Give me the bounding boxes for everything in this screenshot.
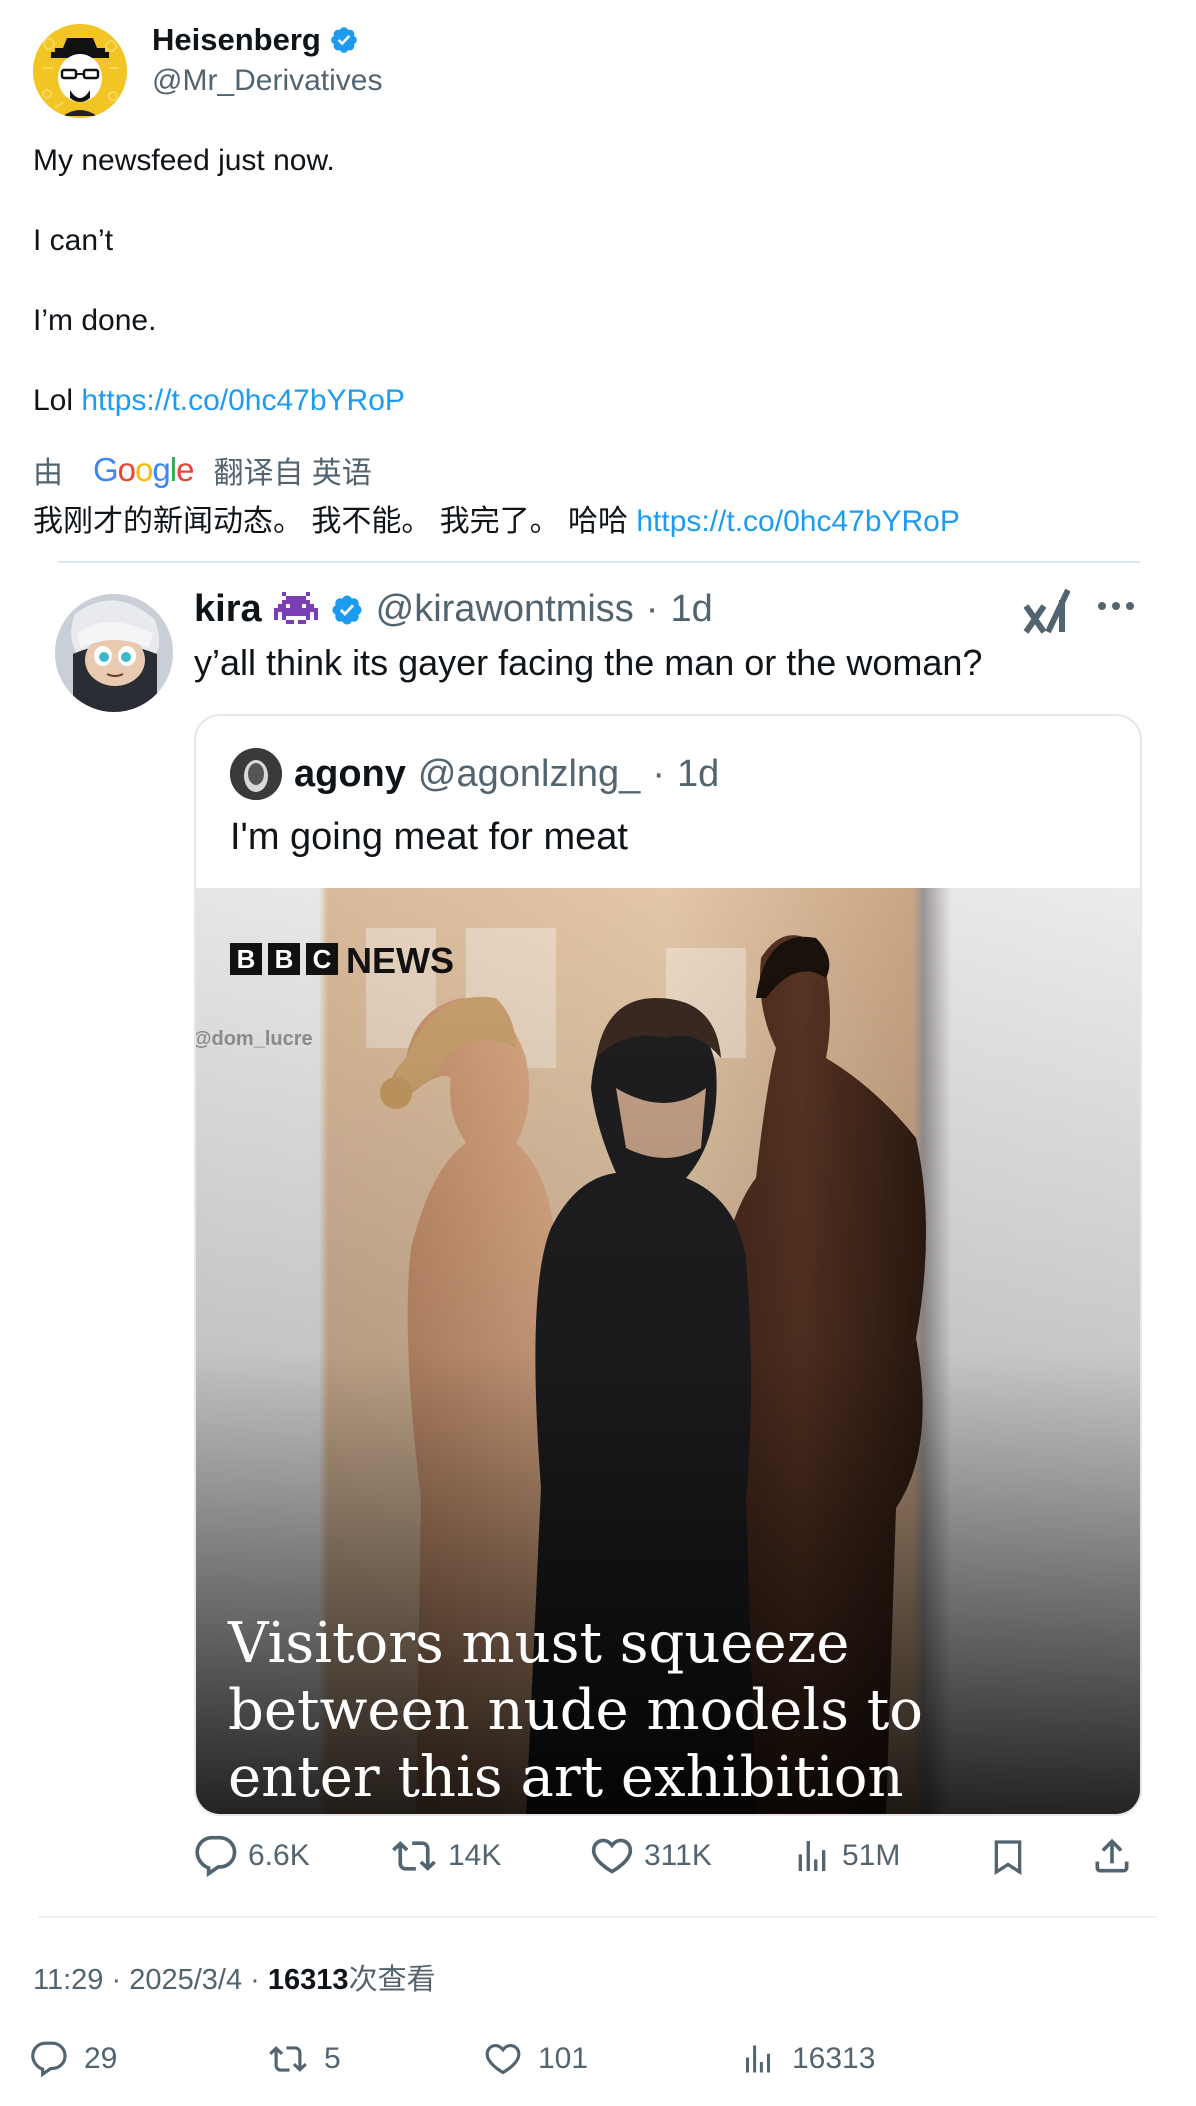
quoted-reply-count: 6.6K: [248, 1839, 310, 1872]
author-name-row[interactable]: Heisenberg: [152, 22, 359, 58]
retweet-button[interactable]: 5: [268, 2040, 341, 2078]
bookmark-icon[interactable]: [988, 1834, 1028, 1880]
tweet-line-2: I can’t: [33, 224, 114, 257]
views-label: 次查看: [348, 1964, 436, 1996]
tweet-line-3: I’m done.: [33, 304, 157, 337]
nested-author-row[interactable]: agony @agonlzlng_ · 1d: [230, 748, 719, 800]
quoted-reply-button[interactable]: 6.6K: [194, 1834, 310, 1878]
quoted-views-count: 51M: [842, 1839, 901, 1872]
more-options-icon[interactable]: [1096, 600, 1136, 612]
retweet-count: 5: [324, 2042, 341, 2075]
reply-icon: [195, 1835, 237, 1878]
quoted-views-button[interactable]: 51M: [792, 1834, 900, 1878]
quoted-author-avatar[interactable]: [55, 594, 173, 712]
tweet-line-1: My newsfeed just now.: [33, 144, 335, 177]
alien-monster-icon: [273, 591, 318, 628]
headline-line-2: between nude models to: [228, 1678, 923, 1743]
tweet-time[interactable]: 11:29: [33, 1964, 103, 1996]
quoted-text: y’all think its gayer facing the man or …: [194, 642, 983, 683]
share-icon[interactable]: [1090, 1834, 1134, 1878]
nested-author-name[interactable]: agony: [294, 753, 406, 796]
quoted-author-row[interactable]: kira @kirawontmiss · 1d: [194, 588, 713, 631]
author-avatar[interactable]: [33, 24, 127, 118]
meta-separator: ·: [250, 1964, 260, 1996]
bbc-news-word: NEWS: [346, 940, 454, 981]
grok-icon[interactable]: [1022, 586, 1070, 636]
headline-line-1: Visitors must squeeze: [228, 1611, 850, 1676]
tweet-lol-text: Lol: [33, 384, 82, 417]
quoted-dot: ·: [645, 588, 659, 630]
quoted-author-handle[interactable]: @kirawontmiss: [376, 588, 634, 631]
nested-quote-card[interactable]: agony @agonlzlng_ · 1d I'm going meat fo…: [194, 714, 1142, 1816]
like-count: 101: [538, 2042, 589, 2075]
verified-badge-icon: [329, 25, 359, 55]
retweet-icon: [392, 1841, 436, 1871]
views-count: 16313: [792, 2042, 876, 2075]
nested-dot: ·: [652, 752, 665, 795]
nested-text: I'm going meat for meat: [230, 816, 628, 858]
nested-time[interactable]: 1d: [677, 753, 719, 796]
heart-icon: [485, 2043, 521, 2075]
reply-button[interactable]: 29: [30, 2040, 117, 2078]
translated-content: 我刚才的新闻动态。 我不能。 我完了。 哈哈: [33, 505, 637, 538]
headline-line-3: enter this art exhibition: [228, 1745, 904, 1810]
verified-badge-icon: [330, 593, 364, 627]
translation-source-label: 翻译自 英语: [213, 457, 372, 490]
tweet-link[interactable]: https://t.co/0hc47bYRoP: [81, 384, 405, 417]
translation-by: 由: [33, 457, 63, 490]
quoted-like-button[interactable]: 311K: [590, 1834, 712, 1878]
translation-attribution: 由 Google 翻译自 英语: [33, 448, 372, 492]
bbc-letters: B B C: [236, 944, 332, 974]
author-name[interactable]: Heisenberg: [152, 22, 321, 58]
views-icon: [798, 1841, 826, 1871]
author-handle[interactable]: @Mr_Derivatives: [152, 64, 383, 98]
reply-count: 29: [84, 2042, 118, 2075]
headline: Visitors must squeeze between nude model…: [228, 1610, 923, 1811]
nested-author-handle[interactable]: @agonlzlng_: [418, 753, 640, 796]
quoted-retweet-count: 14K: [448, 1839, 502, 1872]
tweet-meta: 11:29 · 2025/3/4 · 16313次查看: [33, 1956, 436, 1998]
reply-icon: [31, 2041, 67, 2078]
divider: [58, 561, 1140, 563]
nested-author-avatar[interactable]: [230, 748, 282, 800]
views-button[interactable]: 16313: [740, 2040, 875, 2078]
quoted-author-name[interactable]: kira: [194, 588, 262, 631]
google-logo: Google: [93, 451, 194, 488]
divider: [38, 1916, 1158, 1918]
views-number: 16313: [267, 1964, 349, 1996]
translation-link[interactable]: https://t.co/0hc47bYRoP: [636, 505, 960, 538]
heart-icon: [591, 1838, 633, 1874]
views-icon: [746, 2045, 770, 2073]
translation-text: 我刚才的新闻动态。 我不能。 我完了。 哈哈 https://t.co/0hc4…: [33, 496, 960, 540]
retweet-icon: [269, 2046, 307, 2072]
like-button[interactable]: 101: [484, 2040, 588, 2078]
meta-separator: ·: [111, 1964, 122, 1996]
quoted-like-count: 311K: [644, 1839, 712, 1872]
watermark: @dom_lucre: [196, 1028, 313, 1050]
tweet-line-4: Lol https://t.co/0hc47bYRoP: [33, 384, 405, 418]
quoted-retweet-button[interactable]: 14K: [390, 1834, 501, 1878]
tweet-date[interactable]: 2025/3/4: [129, 1964, 242, 1996]
quoted-time[interactable]: 1d: [670, 588, 712, 631]
news-image[interactable]: B B C NEWS @dom_lucre Visitors must sque…: [196, 888, 1140, 1814]
